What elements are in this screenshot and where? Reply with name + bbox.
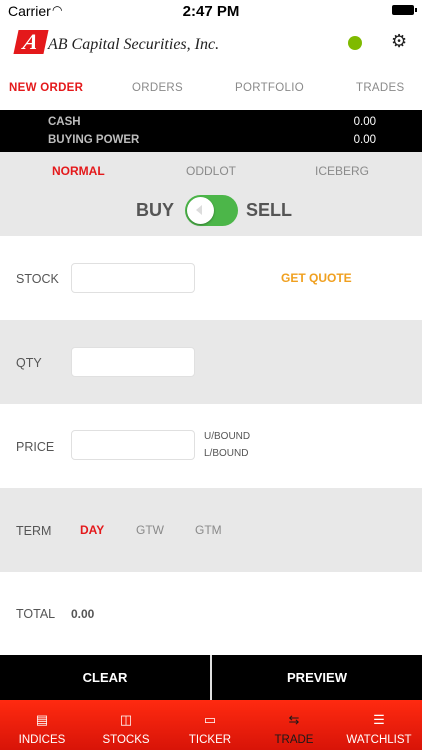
- price-label: PRICE: [16, 440, 55, 454]
- term-gtw[interactable]: GTW: [136, 523, 164, 537]
- tab-trade-label: TRADE: [274, 734, 314, 746]
- account-balances: CASH 0.00 BUYING POWER 0.00: [0, 110, 422, 152]
- lower-bound-label: L/BOUND: [204, 448, 249, 459]
- tab-trades[interactable]: TRADES: [356, 66, 404, 110]
- indices-icon: ▤: [35, 712, 49, 727]
- term-day[interactable]: DAY: [80, 523, 104, 537]
- watchlist-icon: ☰: [373, 712, 385, 727]
- order-actions: CLEAR PREVIEW: [0, 655, 422, 700]
- tab-indices-label: INDICES: [18, 734, 66, 746]
- tab-orders[interactable]: ORDERS: [132, 66, 183, 110]
- battery-icon: [392, 5, 417, 15]
- bottom-tab-bar: ▤ INDICES ◫ STOCKS ▭ TICKER ⇆ TRADE ☰ WA…: [0, 700, 422, 750]
- tab-new-order[interactable]: NEW ORDER: [9, 66, 83, 110]
- order-type-normal[interactable]: NORMAL: [52, 164, 105, 178]
- toggle-arrow-icon: [196, 205, 202, 215]
- settings-gear-icon[interactable]: ⚙: [391, 31, 407, 52]
- order-type-oddlot[interactable]: ODDLOT: [186, 164, 236, 178]
- buying-power-label: BUYING POWER: [48, 134, 140, 146]
- qty-label: QTY: [16, 356, 42, 370]
- tab-watchlist-label: WATCHLIST: [346, 734, 412, 746]
- status-time: 2:47 PM: [182, 3, 240, 20]
- tab-ticker[interactable]: ▭ TICKER: [168, 700, 252, 750]
- total-row: TOTAL 0.00: [0, 572, 422, 656]
- tab-trade[interactable]: ⇆ TRADE: [252, 700, 336, 750]
- price-input[interactable]: [71, 430, 195, 460]
- tab-watchlist[interactable]: ☰ WATCHLIST: [336, 700, 422, 750]
- ticker-icon: ▭: [203, 712, 217, 727]
- get-quote-button[interactable]: GET QUOTE: [281, 271, 352, 285]
- qty-row: QTY: [0, 320, 422, 404]
- qty-input[interactable]: [71, 347, 195, 377]
- toggle-knob: [187, 197, 214, 224]
- tab-ticker-label: TICKER: [188, 734, 232, 746]
- tab-stocks[interactable]: ◫ STOCKS: [84, 700, 168, 750]
- stock-input[interactable]: [71, 263, 195, 293]
- term-gtm[interactable]: GTM: [195, 523, 222, 537]
- term-row: TERM DAY GTW GTM: [0, 488, 422, 572]
- trade-icon: ⇆: [288, 712, 300, 727]
- buy-sell-toggle[interactable]: [185, 195, 238, 226]
- sell-label: SELL: [246, 200, 293, 220]
- upper-bound-label: U/BOUND: [204, 431, 251, 442]
- stock-label: STOCK: [16, 272, 59, 286]
- status-bar: Carrier ◠ 2:47 PM: [0, 0, 422, 22]
- cash-label: CASH: [48, 116, 81, 128]
- clear-button[interactable]: CLEAR: [0, 655, 210, 700]
- total-value: 0.00: [71, 607, 95, 621]
- tab-indices[interactable]: ▤ INDICES: [0, 700, 84, 750]
- tab-stocks-label: STOCKS: [102, 734, 150, 746]
- company-name: AB Capital Securities, Inc.: [48, 36, 220, 53]
- connection-status-indicator: [348, 36, 362, 50]
- order-type-iceberg[interactable]: ICEBERG: [315, 164, 369, 178]
- price-row: PRICE U/BOUND L/BOUND: [0, 404, 422, 488]
- stock-row: STOCK GET QUOTE: [0, 236, 422, 320]
- company-logo-mark: A: [13, 29, 49, 54]
- stocks-icon: ◫: [119, 712, 133, 727]
- buying-power-value: 0.00: [353, 134, 376, 146]
- term-label: TERM: [16, 524, 52, 538]
- order-type-section: NORMAL ODDLOT ICEBERG BUY SELL: [0, 152, 422, 236]
- total-label: TOTAL: [16, 607, 56, 621]
- buy-label: BUY: [136, 200, 175, 220]
- tab-portfolio[interactable]: PORTFOLIO: [235, 66, 304, 110]
- cash-value: 0.00: [353, 116, 376, 128]
- preview-button[interactable]: PREVIEW: [212, 655, 422, 700]
- top-navigation: NEW ORDER ORDERS PORTFOLIO TRADES: [0, 66, 422, 110]
